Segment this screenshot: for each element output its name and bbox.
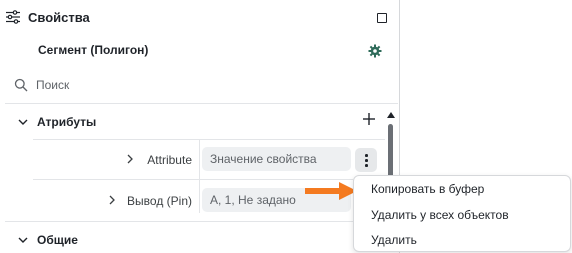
column-divider — [199, 140, 200, 213]
menu-item-copy[interactable]: Копировать в буфер — [371, 182, 484, 196]
panel-title: Свойства — [28, 10, 90, 25]
search-icon — [14, 78, 28, 92]
context-menu: Копировать в буфер Удалить у всех объект… — [353, 175, 571, 252]
divider — [33, 179, 353, 180]
divider — [33, 139, 385, 140]
chevron-down-icon[interactable] — [17, 234, 29, 246]
search-input[interactable] — [36, 76, 376, 94]
section-general-label[interactable]: Общие — [37, 233, 78, 247]
arrow-right-icon — [305, 182, 357, 200]
chevron-down-icon[interactable] — [17, 116, 29, 128]
object-title: Сегмент (Полигон) — [38, 43, 149, 57]
plus-icon — [363, 113, 375, 125]
section-attributes-label[interactable]: Атрибуты — [37, 115, 96, 129]
add-attribute-button[interactable] — [362, 112, 376, 128]
menu-item-delete-all[interactable]: Удалить у всех объектов — [371, 208, 509, 222]
divider — [5, 103, 398, 104]
property-label-attribute: Attribute — [147, 153, 192, 167]
chevron-right-icon[interactable] — [124, 153, 136, 165]
property-label-pin: Вывод (Pin) — [127, 194, 192, 208]
maximize-icon[interactable] — [377, 13, 387, 23]
chevron-right-icon[interactable] — [106, 194, 118, 206]
divider — [5, 221, 385, 222]
kebab-menu-icon — [365, 154, 368, 157]
properties-panel: Свойства Сегмент (Полигон) Атрибуты Attr… — [0, 0, 400, 253]
menu-item-delete[interactable]: Удалить — [371, 233, 417, 247]
kebab-menu-button[interactable] — [355, 148, 377, 172]
property-value-attribute[interactable]: Значение свойства — [202, 147, 351, 171]
sliders-icon — [6, 10, 20, 24]
scroll-up-icon[interactable] — [387, 112, 395, 118]
settings-gear-icon[interactable] — [368, 44, 382, 58]
